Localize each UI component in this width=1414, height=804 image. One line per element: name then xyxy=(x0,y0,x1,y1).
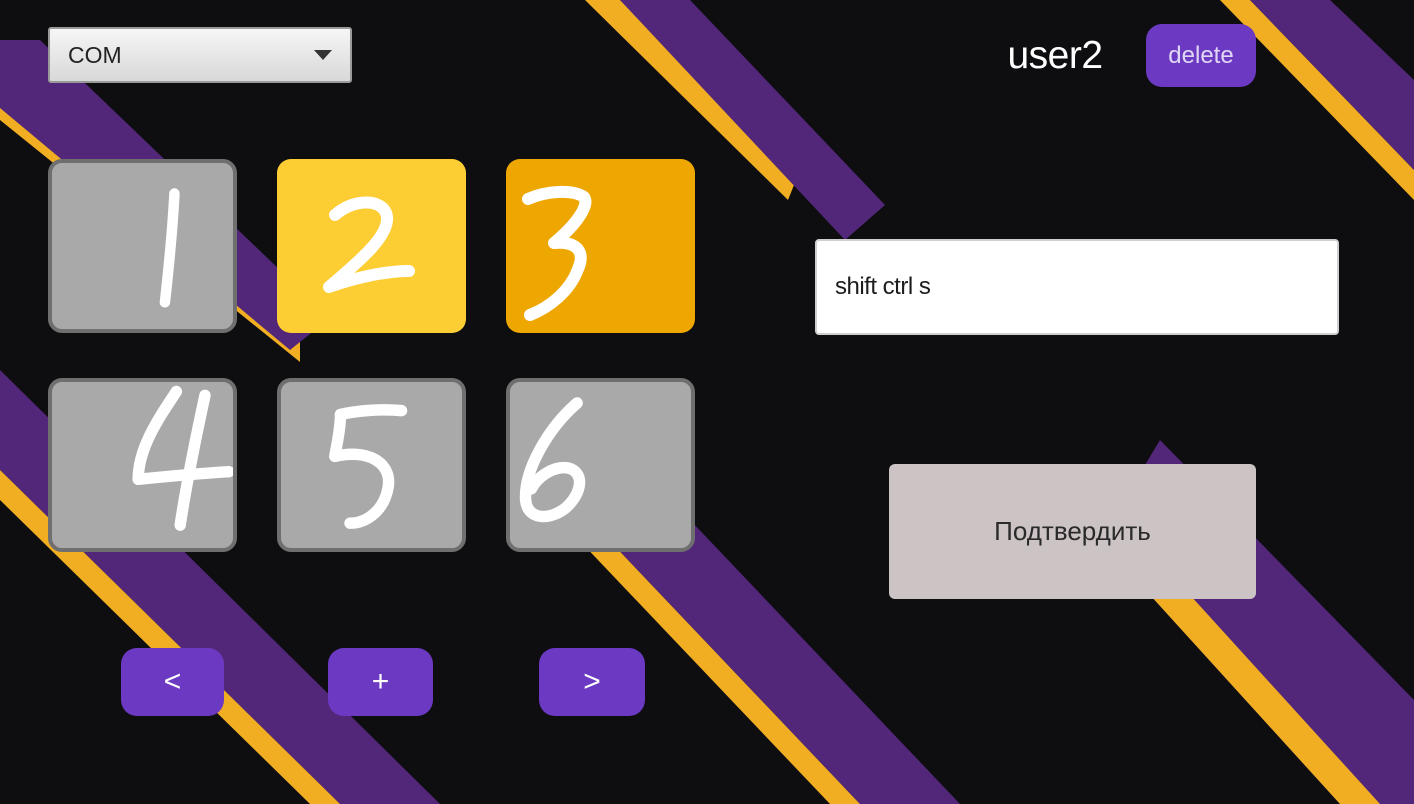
username-label: user2 xyxy=(1007,34,1103,77)
digit-5-glyph xyxy=(329,404,408,529)
chevron-down-icon xyxy=(314,50,332,60)
port-select-dropdown[interactable]: COM xyxy=(48,27,352,83)
prev-page-button[interactable]: < xyxy=(121,648,224,716)
confirm-button[interactable]: Подтвердить xyxy=(889,464,1256,599)
digit-1-glyph xyxy=(159,188,180,308)
digit-3-glyph xyxy=(522,186,592,321)
digit-4-glyph xyxy=(132,385,233,531)
digit-6-glyph xyxy=(519,397,586,523)
slot-button-5[interactable]: 5 xyxy=(277,378,466,552)
delete-user-button[interactable]: delete xyxy=(1146,24,1256,87)
hotkey-input[interactable] xyxy=(815,239,1339,335)
slot-button-4[interactable]: 4 xyxy=(48,378,237,552)
port-select-value: COM xyxy=(68,41,122,68)
digit-2-glyph xyxy=(323,196,415,293)
add-slot-button[interactable]: + xyxy=(328,648,433,716)
next-page-button[interactable]: > xyxy=(539,648,645,716)
slot-button-6[interactable]: 6 xyxy=(506,378,695,552)
slot-button-2[interactable]: 2 xyxy=(277,159,466,333)
slot-button-1[interactable]: 1 xyxy=(48,159,237,333)
slot-button-3[interactable]: 3 xyxy=(506,159,695,333)
app-window: COM user2 delete 1 2 3 4 5 xyxy=(0,0,1414,804)
